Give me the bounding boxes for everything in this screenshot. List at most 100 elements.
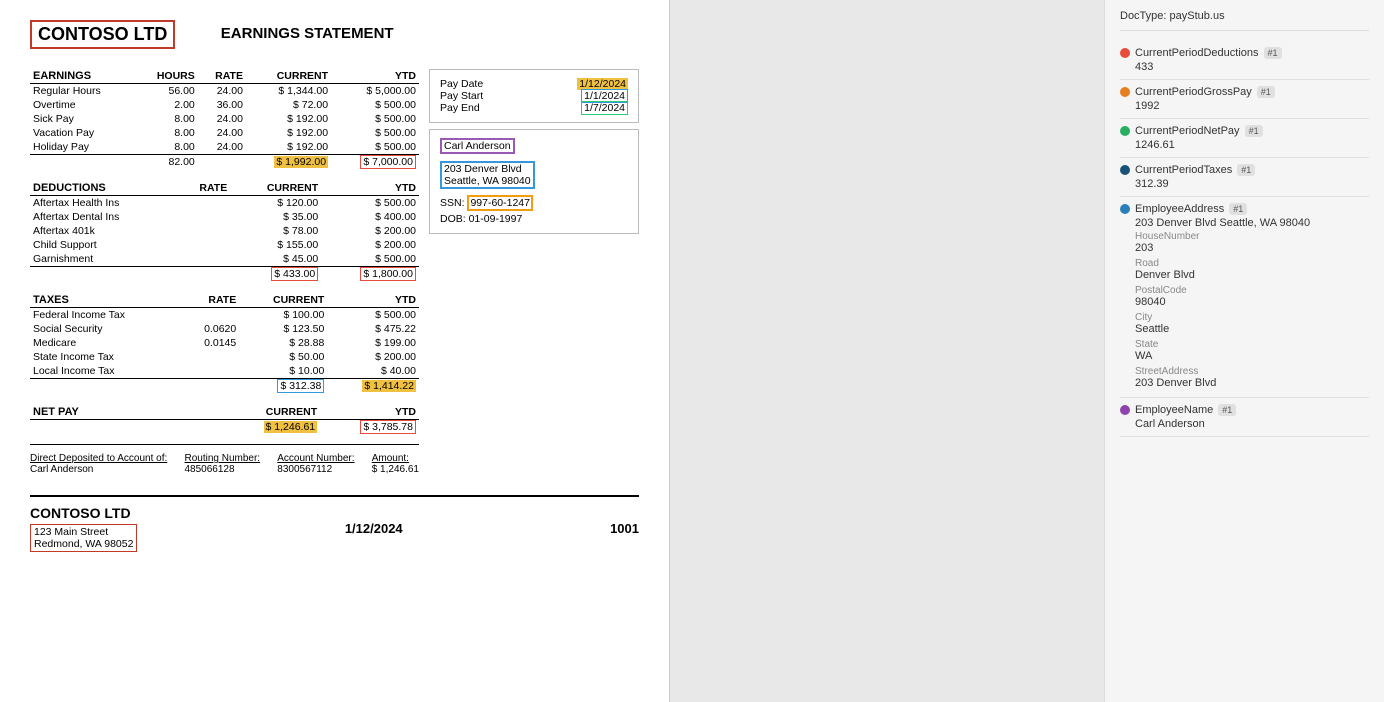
taxes-section-header: TAXES: [30, 293, 181, 308]
deductions-field-value: 433: [1135, 61, 1369, 73]
gross-pay-field-name: CurrentPeriodGrossPay: [1135, 86, 1252, 98]
employee-name-dot: [1120, 405, 1130, 415]
earnings-title: EARNINGS STATEMENT: [175, 25, 439, 42]
earnings-hours-header: HOURS: [135, 69, 198, 84]
net-pay-ytd: $ 3,785.78: [360, 420, 416, 434]
pay-info-box: Pay Date 1/12/2024 Pay Start 1/1/2024 Pa…: [429, 69, 639, 123]
taxes-current-total: $ 312.38: [277, 379, 324, 393]
footer-date: 1/12/2024: [345, 521, 403, 536]
table-row: Aftertax 401k $ 78.00 $ 200.00: [30, 224, 419, 238]
employee-name-field-value: Carl Anderson: [1135, 418, 1369, 430]
table-row: Federal Income Tax $ 100.00 $ 500.00: [30, 308, 419, 323]
earnings-rate-header: RATE: [198, 69, 246, 84]
pay-end-value: 1/7/2024: [581, 101, 628, 115]
doctype-value: payStub.us: [1170, 10, 1225, 22]
table-row: Medicare 0.0145 $ 28.88 $ 199.00: [30, 336, 419, 350]
ssn-label: SSN:: [440, 197, 467, 209]
deductions-ytd-header: YTD: [321, 181, 419, 196]
earnings-table: EARNINGS HOURS RATE CURRENT YTD Regular …: [30, 69, 419, 169]
taxes-rate-header: RATE: [181, 293, 240, 308]
employee-address: 203 Denver BlvdSeattle, WA 98040: [440, 161, 535, 189]
doctype-label: DocType:: [1120, 10, 1166, 22]
employee-name: Carl Anderson: [440, 138, 628, 157]
deductions-total-row: $ 433.00 $ 1,800.00: [30, 267, 419, 282]
deductions-current-total: $ 433.00: [271, 267, 318, 281]
net-pay-row: $ 1,246.61 $ 3,785.78: [30, 420, 419, 435]
taxes-badge: #1: [1237, 164, 1255, 176]
address-field-name: EmployeeAddress: [1135, 203, 1224, 215]
taxes-total-row: $ 312.38 $ 1,414.22: [30, 379, 419, 394]
company-name: CONTOSO LTD: [30, 20, 175, 49]
taxes-ytd-total: $ 1,414.22: [362, 380, 416, 392]
taxes-current-header: CURRENT: [239, 293, 327, 308]
employee-info-box: Carl Anderson 203 Denver BlvdSeattle, WA…: [429, 129, 639, 234]
amount-value: $ 1,246.61: [372, 464, 419, 475]
earnings-current-total: $ 1,992.00: [274, 156, 328, 168]
footer-company-name: CONTOSO LTD: [30, 505, 137, 521]
earnings-total-row: 82.00 $ 1,992.00 $ 7,000.00: [30, 155, 419, 170]
earnings-ytd-header: YTD: [331, 69, 419, 84]
routing-number: 485066128: [184, 464, 260, 475]
net-pay-current: $ 1,246.61: [264, 421, 318, 433]
dob-label: DOB: 01-09-1997: [440, 213, 522, 225]
account-label: Account Number:: [277, 453, 354, 464]
taxes-table: TAXES RATE CURRENT YTD Federal Income Ta…: [30, 293, 419, 393]
sub-field-state: State WA: [1135, 337, 1369, 364]
field-current-period-gross-pay: CurrentPeriodGrossPay #1 1992: [1120, 80, 1369, 119]
field-employee-name: EmployeeName #1 Carl Anderson: [1120, 398, 1369, 437]
table-row: Child Support $ 155.00 $ 200.00: [30, 238, 419, 252]
net-pay-dot: [1120, 126, 1130, 136]
table-row: Sick Pay 8.00 24.00 $ 192.00 $ 500.00: [30, 112, 419, 126]
taxes-dot: [1120, 165, 1130, 175]
gross-pay-badge: #1: [1257, 86, 1275, 98]
footer-section: CONTOSO LTD 123 Main StreetRedmond, WA 9…: [30, 495, 639, 552]
deductions-current-header: CURRENT: [230, 181, 321, 196]
table-row: Garnishment $ 45.00 $ 500.00: [30, 252, 419, 267]
taxes-ytd-header: YTD: [327, 293, 419, 308]
pay-end-row: Pay End 1/7/2024: [440, 102, 628, 114]
footer-number: 1001: [610, 521, 639, 536]
table-row: Holiday Pay 8.00 24.00 $ 192.00 $ 500.00: [30, 140, 419, 155]
ssn-value: 997-60-1247: [467, 195, 533, 211]
deductions-ytd-total: $ 1,800.00: [360, 267, 416, 281]
routing-label: Routing Number:: [184, 453, 260, 464]
document-panel: CONTOSO LTD EARNINGS STATEMENT EARNINGS …: [0, 0, 670, 702]
taxes-field-name: CurrentPeriodTaxes: [1135, 164, 1232, 176]
gross-pay-field-value: 1992: [1135, 100, 1369, 112]
address-dot: [1120, 204, 1130, 214]
right-sidebar: DocType: payStub.us CurrentPeriodDeducti…: [1104, 0, 1384, 702]
account-number: 8300567112: [277, 464, 354, 475]
earnings-ytd-total: $ 7,000.00: [360, 155, 416, 169]
table-row: Aftertax Dental Ins $ 35.00 $ 400.00: [30, 210, 419, 224]
field-current-period-deductions: CurrentPeriodDeductions #1 433: [1120, 41, 1369, 80]
employee-name-field-name: EmployeeName: [1135, 404, 1213, 416]
net-pay-badge: #1: [1245, 125, 1263, 137]
table-row: Overtime 2.00 36.00 $ 72.00 $ 500.00: [30, 98, 419, 112]
deductions-rate-header: RATE: [177, 181, 231, 196]
sub-field-house-number: HouseNumber 203: [1135, 229, 1369, 256]
table-row: Social Security 0.0620 $ 123.50 $ 475.22: [30, 322, 419, 336]
deductions-table: DEDUCTIONS RATE CURRENT YTD Aftertax Hea…: [30, 181, 419, 281]
sub-field-postal-code: PostalCode 98040: [1135, 283, 1369, 310]
center-panel: [670, 0, 1104, 702]
table-row: Regular Hours 56.00 24.00 $ 1,344.00 $ 5…: [30, 84, 419, 99]
direct-deposit-label: Direct Deposited to Account of:: [30, 453, 167, 464]
deductions-section-header: DEDUCTIONS: [30, 181, 177, 196]
deductions-dot: [1120, 48, 1130, 58]
sub-field-road: Road Denver Blvd: [1135, 256, 1369, 283]
earnings-section-header: EARNINGS: [30, 69, 135, 84]
net-pay-current-header: CURRENT: [225, 405, 321, 420]
sub-field-street-address: StreetAddress 203 Denver Blvd: [1135, 364, 1369, 391]
field-current-period-taxes: CurrentPeriodTaxes #1 312.39: [1120, 158, 1369, 197]
sub-field-city: City Seattle: [1135, 310, 1369, 337]
direct-deposit-name: Carl Anderson: [30, 464, 167, 475]
footer-address: 123 Main StreetRedmond, WA 98052: [30, 524, 137, 552]
earnings-current-header: CURRENT: [246, 69, 331, 84]
table-row: Local Income Tax $ 10.00 $ 40.00: [30, 364, 419, 379]
table-row: Aftertax Health Ins $ 120.00 $ 500.00: [30, 196, 419, 211]
net-pay-header: NET PAY: [30, 405, 225, 420]
field-current-period-net-pay: CurrentPeriodNetPay #1 1246.61: [1120, 119, 1369, 158]
net-pay-table: NET PAY CURRENT YTD $ 1,246.61 $ 3,785.7…: [30, 405, 419, 434]
doctype-line: DocType: payStub.us: [1120, 10, 1369, 31]
deductions-badge: #1: [1264, 47, 1282, 59]
